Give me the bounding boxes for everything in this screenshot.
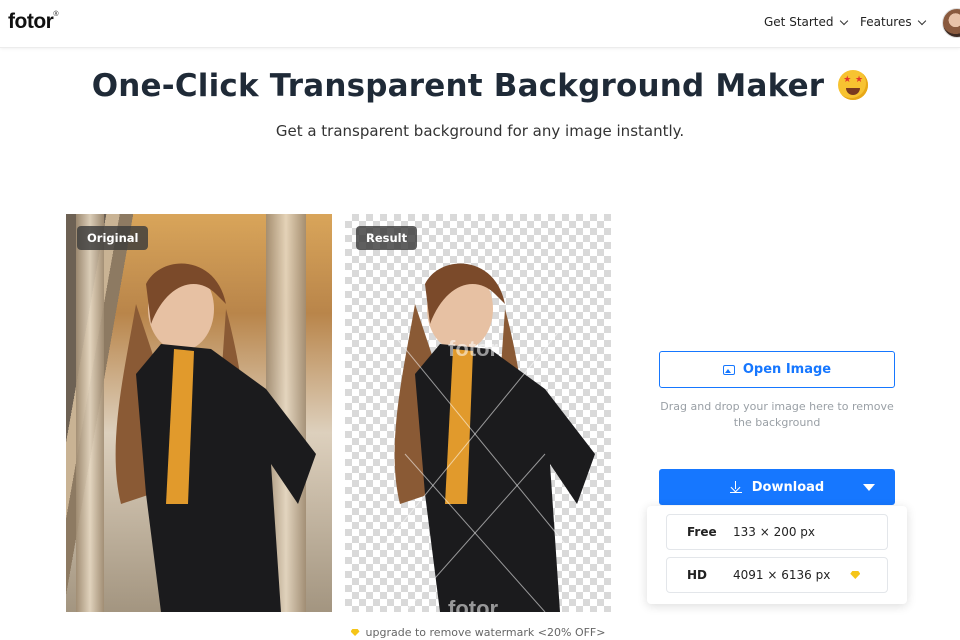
download-options-dropdown: Free 133 × 200 px HD 4091 × 6136 px <box>647 506 907 604</box>
open-image-label: Open Image <box>742 362 832 377</box>
fotor-logo[interactable]: fotor® <box>8 10 58 34</box>
option-size-value: 133 × 200 px <box>733 525 816 539</box>
logo-text: fotor <box>8 10 54 33</box>
diamond-icon <box>350 629 360 636</box>
option-quality-label: HD <box>687 568 708 582</box>
open-image-button[interactable]: Open Image <box>659 351 895 388</box>
option-size-value: 4091 × 6136 px <box>733 568 831 582</box>
download-label: Download <box>751 479 825 495</box>
download-option-hd[interactable]: HD 4091 × 6136 px <box>666 557 888 593</box>
page-title-text: One-Click Transparent Background Maker <box>91 68 825 104</box>
emoji-star-struck-icon <box>838 69 869 100</box>
download-icon <box>729 481 742 493</box>
chevron-down-icon <box>917 16 926 25</box>
caret-down-icon[interactable] <box>863 484 875 491</box>
original-label: Original <box>77 226 149 250</box>
nav-features[interactable]: Features <box>860 15 926 29</box>
upgrade-note-text: upgrade to remove watermark <20% OFF> <box>365 626 606 639</box>
original-image-preview: Original <box>66 214 332 612</box>
download-option-free[interactable]: Free 133 × 200 px <box>666 514 888 550</box>
chevron-down-icon <box>839 16 848 25</box>
logo-registered-mark: ® <box>53 11 58 18</box>
nav-get-started[interactable]: Get Started <box>764 15 848 29</box>
portrait-photo <box>115 263 316 612</box>
user-avatar[interactable] <box>942 8 960 38</box>
result-label: Result <box>356 226 418 250</box>
nav-get-started-label: Get Started <box>764 15 834 29</box>
download-button[interactable]: Download <box>659 469 895 505</box>
top-navigation-bar: fotor® Get Started Features <box>0 0 960 48</box>
diamond-icon <box>850 571 861 579</box>
image-icon <box>722 364 735 375</box>
page-subtitle: Get a transparent background for any ima… <box>275 122 685 140</box>
watermark-text: fotor <box>448 596 499 612</box>
upgrade-watermark-link[interactable]: upgrade to remove watermark <20% OFF> <box>345 626 611 639</box>
nav-features-label: Features <box>860 15 912 29</box>
cutout-photo <box>384 263 595 612</box>
option-quality-label: Free <box>687 525 717 539</box>
result-image-preview: fotor fotor Result <box>345 214 611 612</box>
watermark-text: fotor <box>448 336 499 361</box>
drag-drop-hint: Drag and drop your image here to remove … <box>660 400 894 429</box>
page-title: One-Click Transparent Background Maker <box>0 68 960 104</box>
